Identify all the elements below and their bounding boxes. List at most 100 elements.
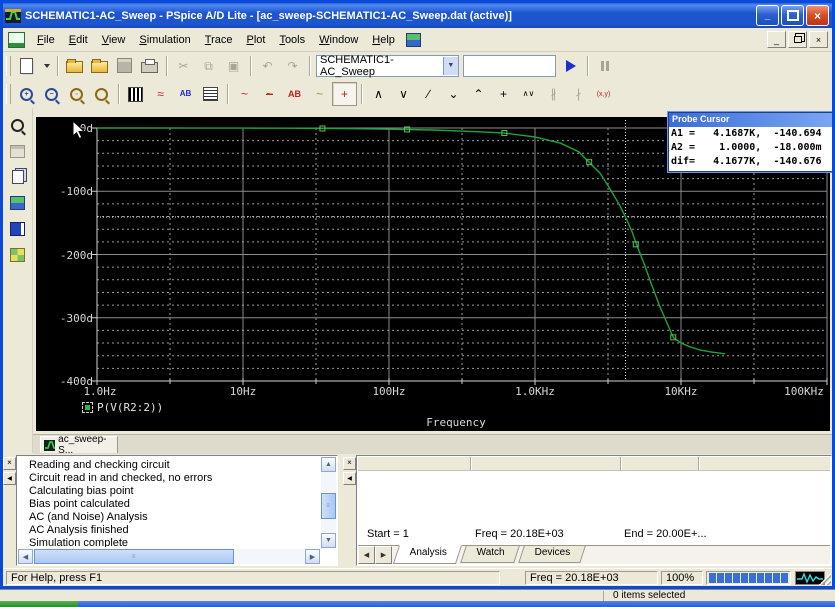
zoom-out-button[interactable]: − xyxy=(39,82,64,106)
child-minimize-button[interactable]: _ xyxy=(767,31,786,48)
probe-cursor-titlebar[interactable]: Probe Cursor xyxy=(669,113,832,127)
y-tick-m100d: -100d xyxy=(43,185,93,198)
circuit-icon xyxy=(10,196,25,210)
cursor-trough-button[interactable]: ∨ xyxy=(391,82,416,106)
print-button[interactable] xyxy=(137,54,162,78)
view-output-window-button[interactable] xyxy=(6,218,30,240)
mark-data-points-button[interactable]: ~ xyxy=(307,82,332,106)
cursor-trough-icon: ∨ xyxy=(399,88,408,100)
output-close-button[interactable]: × xyxy=(3,457,16,470)
column-divider xyxy=(620,457,621,470)
copy-window-button[interactable] xyxy=(6,166,30,188)
new-dropdown-button[interactable] xyxy=(39,54,53,78)
toolbar-separator xyxy=(587,56,588,76)
trace-legend[interactable]: P(V(R2:2)) xyxy=(82,401,163,414)
new-file-icon xyxy=(20,58,33,74)
cursor-next-transition-button[interactable]: ∦ xyxy=(541,82,566,106)
output-pin-button[interactable]: ◀ xyxy=(3,472,16,485)
mdi-tab-ac-sweep[interactable]: ac_sweep-S... xyxy=(40,436,118,453)
toolbar-grip[interactable] xyxy=(6,56,11,76)
view-circuit-button[interactable] xyxy=(6,192,30,214)
append-file-button[interactable] xyxy=(87,54,112,78)
child-close-button[interactable]: × xyxy=(809,31,828,48)
log-x-axis-button[interactable] xyxy=(123,82,148,106)
cursor-slope-button[interactable]: ∕ xyxy=(416,82,441,106)
taskbar-edge[interactable] xyxy=(0,601,835,607)
view-window-button[interactable] xyxy=(6,140,30,162)
cursor-prev-transition-button[interactable]: ∤ xyxy=(566,82,591,106)
eval-measurement-button[interactable]: ~ xyxy=(257,82,282,106)
mark-label-button[interactable]: (x,y) xyxy=(591,82,616,106)
menu-simulation[interactable]: Simulation xyxy=(132,31,197,49)
paste-button[interactable]: ▣ xyxy=(221,54,246,78)
add-trace-button[interactable]: ~ xyxy=(232,82,257,106)
pause-simulation-button[interactable] xyxy=(592,54,617,78)
menu-file[interactable]: File xyxy=(30,31,62,49)
view-probe-button[interactable] xyxy=(6,114,30,136)
save-button[interactable] xyxy=(112,54,137,78)
scroll-down-button[interactable]: ▼ xyxy=(321,533,336,548)
view-output-file-button[interactable] xyxy=(198,82,223,106)
cut-button[interactable]: ✂ xyxy=(171,54,196,78)
zoom-area-button[interactable]: ▫ xyxy=(64,82,89,106)
menu-plot[interactable]: Plot xyxy=(239,31,272,49)
menu-view[interactable]: View xyxy=(95,31,133,49)
new-button[interactable] xyxy=(14,54,39,78)
redo-button[interactable]: ↷ xyxy=(280,54,305,78)
cursor-point-button[interactable]: + xyxy=(491,82,516,106)
column-divider xyxy=(470,457,471,470)
performance-analysis-button[interactable]: AB xyxy=(173,82,198,106)
menu-window[interactable]: Window xyxy=(312,31,365,49)
tab-analysis[interactable]: Analysis xyxy=(393,545,462,564)
statusbar-freq-value: Freq = 20.18E+03 xyxy=(525,571,658,585)
cursor-max-button[interactable]: ⌃ xyxy=(466,82,491,106)
tab-watch[interactable]: Watch xyxy=(460,546,519,563)
tab-devices[interactable]: Devices xyxy=(518,546,585,563)
output-hscrollbar[interactable]: ◀ ≡ ▶ xyxy=(18,549,320,564)
close-button[interactable]: × xyxy=(806,5,829,26)
cursor-search-button[interactable]: ∧∨ xyxy=(516,82,541,106)
zoom-fit-button[interactable] xyxy=(89,82,114,106)
tabs-scroll-left-button[interactable]: ◀ xyxy=(358,546,375,564)
output-vscrollbar[interactable]: ▲ ≡ ▼ xyxy=(321,457,336,548)
status-pin-button[interactable]: ◀ xyxy=(343,472,356,485)
probe-cursor-window[interactable]: Probe Cursor A1 = 4.1687K, -140.694 A2 =… xyxy=(668,112,833,172)
status-close-button[interactable]: × xyxy=(343,457,356,470)
view-simulation-queue-button[interactable] xyxy=(6,244,30,266)
tab-devices-label: Devices xyxy=(535,547,571,558)
scroll-up-button[interactable]: ▲ xyxy=(321,457,336,472)
fourier-button[interactable]: ≈ xyxy=(148,82,173,106)
vscroll-thumb[interactable]: ≡ xyxy=(321,493,336,519)
mark-label-icon: (x,y) xyxy=(597,91,611,98)
menu-trace[interactable]: Trace xyxy=(198,31,240,49)
cursor-min-button[interactable]: ⌄ xyxy=(441,82,466,106)
copy-button[interactable]: ⧉ xyxy=(196,54,221,78)
toolbar-grip[interactable] xyxy=(6,84,11,104)
open-file-button[interactable] xyxy=(62,54,87,78)
hscroll-thumb[interactable]: ≡ xyxy=(34,549,234,564)
text-label-button[interactable]: AB xyxy=(282,82,307,106)
run-simulation-button[interactable] xyxy=(558,54,583,78)
cursor-search-icon: ∧∨ xyxy=(523,90,535,98)
child-restore-button[interactable] xyxy=(788,31,807,48)
start-button-edge[interactable] xyxy=(0,601,78,607)
menu-tools[interactable]: Tools xyxy=(272,31,312,49)
combo-dropdown-icon[interactable]: ▼ xyxy=(443,57,458,75)
maximize-button[interactable] xyxy=(781,5,804,26)
redo-icon: ↷ xyxy=(287,60,297,72)
menu-help[interactable]: Help xyxy=(365,31,402,49)
menu-edit[interactable]: Edit xyxy=(62,31,95,49)
up-arrow-icon: ▲ xyxy=(325,461,332,468)
cursor-peak-button[interactable]: ∧ xyxy=(366,82,391,106)
simulation-profile-combo[interactable]: SCHEMATIC1-AC_Sweep ▼ xyxy=(316,55,459,77)
minimize-button[interactable]: _ xyxy=(756,5,779,26)
toggle-cursor-button[interactable]: + xyxy=(332,82,357,106)
trace-select-box[interactable] xyxy=(82,402,93,413)
tabs-scroll-right-button[interactable]: ▶ xyxy=(375,546,392,564)
undo-button[interactable]: ↶ xyxy=(255,54,280,78)
scroll-left-button[interactable]: ◀ xyxy=(18,549,33,564)
zoom-in-button[interactable]: + xyxy=(14,82,39,106)
resize-grip[interactable] xyxy=(819,573,831,585)
trace-expression-combo[interactable] xyxy=(463,55,556,77)
scroll-right-button[interactable]: ▶ xyxy=(305,549,320,564)
